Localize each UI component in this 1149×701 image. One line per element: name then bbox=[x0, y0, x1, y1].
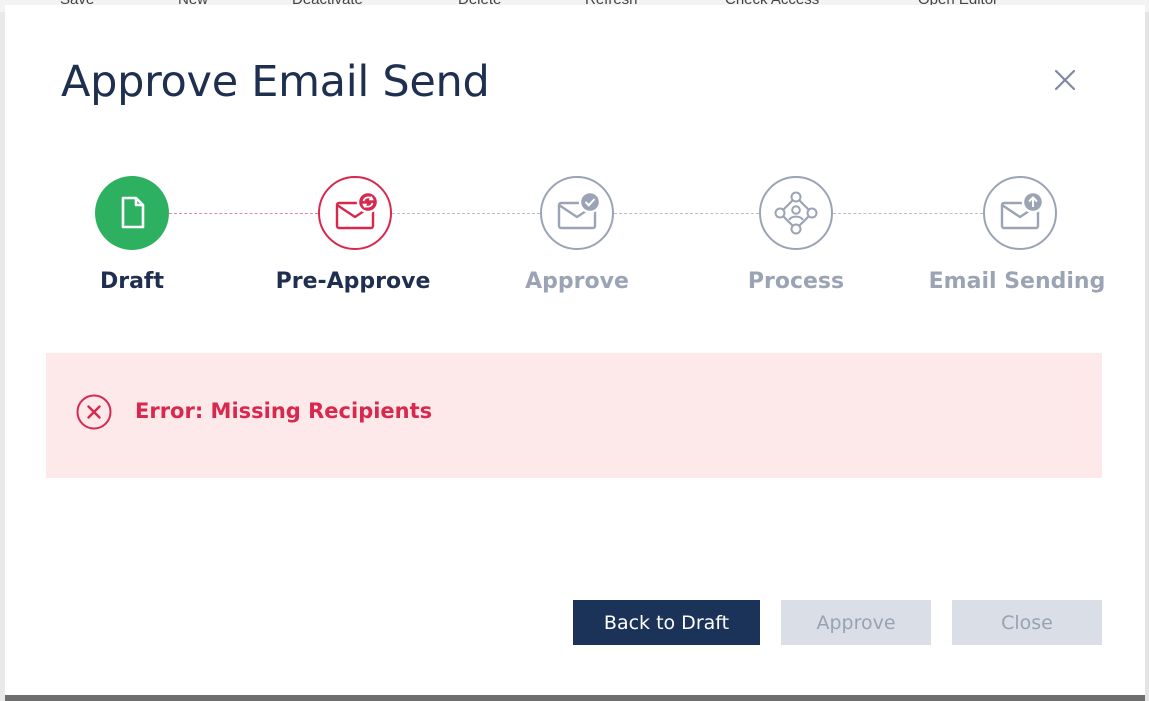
error-circle-icon bbox=[75, 393, 113, 431]
step-connector-preapprove-approve bbox=[392, 213, 540, 214]
step-approve[interactable] bbox=[540, 176, 614, 250]
step-connector-process-emailsending bbox=[833, 213, 983, 214]
error-banner: Error: Missing Recipients bbox=[46, 353, 1102, 478]
envelope-check-icon bbox=[557, 190, 601, 229]
document-icon bbox=[121, 196, 145, 229]
back-to-draft-button[interactable]: Back to Draft bbox=[573, 600, 760, 645]
workflow-stepper: Draft Pre-Approve Approve Process Email … bbox=[5, 5, 1145, 325]
step-label-email-sending: Email Sending bbox=[928, 269, 1106, 294]
step-connector-draft-preapprove bbox=[169, 213, 318, 214]
close-button[interactable]: Close bbox=[952, 600, 1102, 645]
step-label-process: Process bbox=[747, 269, 845, 294]
step-email-sending[interactable] bbox=[983, 176, 1057, 250]
step-process[interactable] bbox=[759, 176, 833, 250]
step-draft[interactable] bbox=[95, 176, 169, 250]
error-message: Error: Missing Recipients bbox=[135, 399, 433, 423]
step-label-draft: Draft bbox=[99, 269, 165, 294]
step-label-pre-approve: Pre-Approve bbox=[275, 269, 431, 294]
step-connector-approve-process bbox=[614, 213, 759, 214]
envelope-upload-icon bbox=[1000, 190, 1044, 229]
background-page-edge-right bbox=[1145, 12, 1149, 701]
approve-email-dialog: Approve Email Send Draft Pre-Approve App… bbox=[5, 5, 1145, 695]
step-label-approve: Approve bbox=[525, 269, 629, 294]
process-user-icon bbox=[774, 191, 817, 234]
envelope-refresh-icon bbox=[335, 190, 379, 229]
step-pre-approve[interactable] bbox=[318, 176, 392, 250]
approve-button[interactable]: Approve bbox=[781, 600, 931, 645]
